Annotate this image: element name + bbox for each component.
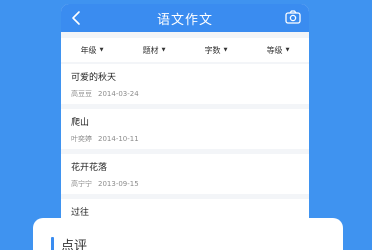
essay-list-item[interactable]: 花开花落 高宁宁 2013-09-15 [61,154,309,194]
review-sheet-title: 点评 [61,239,88,250]
phone-screen: 语文作文 年级 ▼ 题材 ▼ 字数 ▼ 等级 ▼ 可爱的秋天 高豆豆 2014-0… [61,4,309,250]
caret-down-icon: ▼ [223,47,228,53]
filter-label: 年级 [80,45,97,55]
essay-date: 2014-10-11 [98,135,139,143]
review-sheet[interactable]: 点评 [33,218,343,250]
essay-title: 可爱的秋天 [71,73,117,83]
caret-down-icon: ▼ [161,47,166,53]
filter-label: 等级 [266,45,283,55]
section-accent-bar [51,237,54,250]
caret-down-icon: ▼ [99,47,104,53]
filter-bar: 年级 ▼ 题材 ▼ 字数 ▼ 等级 ▼ [61,38,309,62]
filter-label: 题材 [142,45,159,55]
caret-down-icon: ▼ [285,47,290,53]
camera-icon[interactable] [285,10,301,24]
essay-author: 高宁宁 [71,180,92,188]
essay-title: 爬山 [71,118,90,128]
essay-list-item[interactable]: 可爱的秋天 高豆豆 2014-03-24 [61,64,309,104]
essay-meta: 高宁宁 2013-09-15 [71,179,145,189]
essay-list-item[interactable]: 爬山 叶奕婷 2014-10-11 [61,109,309,149]
top-bar: 语文作文 [61,4,309,32]
essay-author: 高豆豆 [71,90,92,98]
essay-meta: 高豆豆 2014-03-24 [71,89,145,99]
page-title: 语文作文 [156,13,213,28]
essay-author: 叶奕婷 [71,135,92,143]
filter-level[interactable]: 等级 ▼ [247,38,309,62]
filter-word-count[interactable]: 字数 ▼ [185,38,247,62]
essay-date: 2013-09-15 [98,180,139,188]
essay-title: 过往 [71,208,90,218]
essay-date: 2014-03-24 [98,90,139,98]
filter-genre[interactable]: 题材 ▼ [123,38,185,62]
essay-meta: 叶奕婷 2014-10-11 [71,134,145,144]
filter-label: 字数 [204,45,221,55]
filter-grade[interactable]: 年级 ▼ [61,38,123,62]
essay-title: 花开花落 [71,163,108,173]
